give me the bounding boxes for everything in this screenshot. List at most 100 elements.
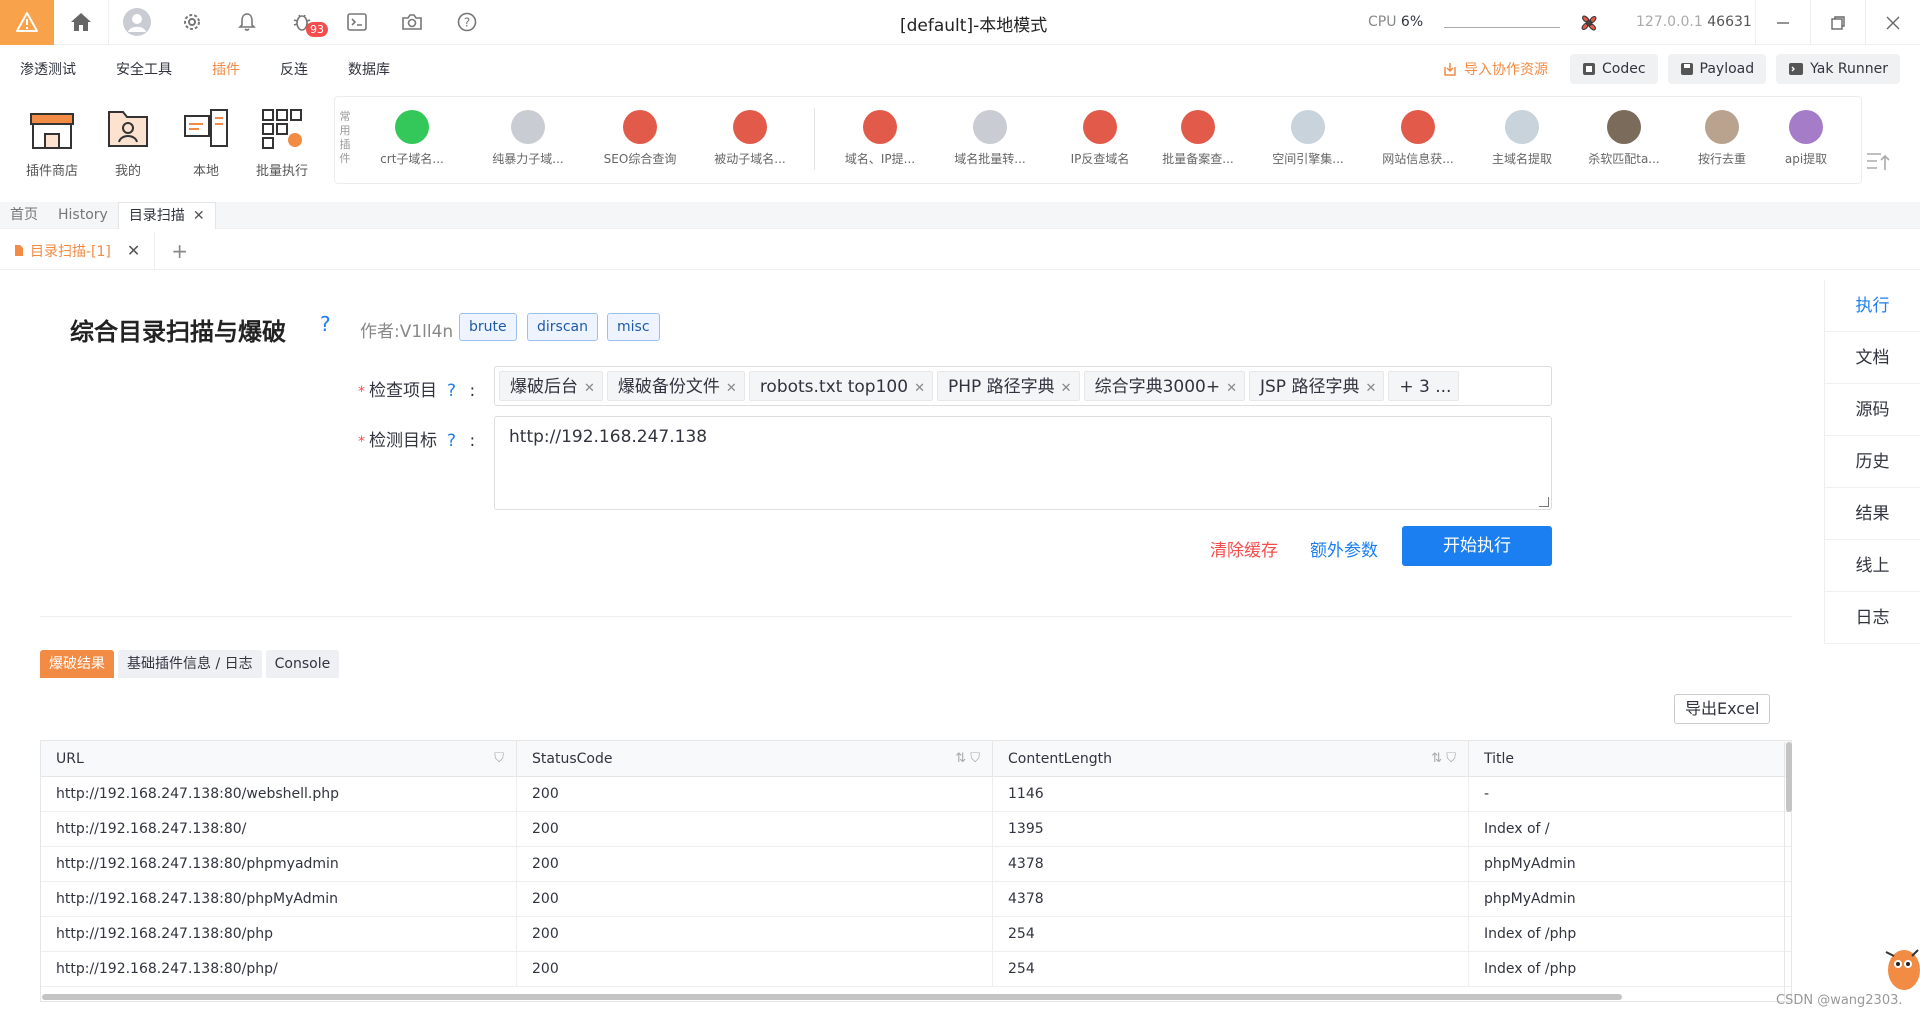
import-resources-link[interactable]: 导入协作资源 [1442, 59, 1548, 79]
remove-chip-icon[interactable]: ✕ [726, 381, 737, 396]
tab-history[interactable]: History [48, 202, 118, 229]
target-textarea[interactable]: http://192.168.247.138 [494, 416, 1552, 510]
tab-home[interactable]: 首页 [0, 202, 48, 229]
local-plugins-tool[interactable]: 本地 [168, 106, 244, 179]
side-tab-docs[interactable]: 文档 [1825, 332, 1920, 384]
target-help-icon[interactable]: ? [447, 431, 456, 451]
table-cell: 254 [993, 952, 1469, 987]
menu-database[interactable]: 数据库 [348, 59, 390, 79]
table-row[interactable]: http://192.168.247.138:80/200 1395 Index o… [41, 812, 1791, 847]
tag-dirscan: dirscan [527, 313, 598, 341]
subtab-dirscan-1[interactable]: 目录扫描-[1] ✕ [0, 231, 156, 270]
engine-status-icon[interactable] [1576, 10, 1602, 40]
more-items-chip[interactable]: + 3 ... [1388, 371, 1460, 401]
plugin-shortcut[interactable]: crt子域名... [362, 110, 462, 167]
resize-grip-icon[interactable] [1539, 497, 1549, 507]
add-tab-icon[interactable]: + [171, 239, 188, 263]
batch-execute-tool[interactable]: 批量执行 [244, 106, 320, 179]
tab-brute-results[interactable]: 爆破结果 [40, 650, 114, 678]
plugin-shortcut[interactable]: 批量备案查... [1148, 110, 1248, 167]
table-cell: phpMyAdmin [1484, 856, 1576, 872]
yak-runner-button[interactable]: Yak Runner [1776, 54, 1900, 84]
remove-chip-icon[interactable]: ✕ [1365, 381, 1376, 396]
plugin-shortcut[interactable]: 网站信息获... [1368, 110, 1468, 167]
check-items-select[interactable]: 爆破后台 ✕ 爆破备份文件 ✕ robots.txt top100 ✕ PHP 路径字… [494, 366, 1552, 406]
table-horizontal-scrollbar[interactable] [42, 994, 1622, 1000]
side-tab-execute[interactable]: 执行 [1825, 280, 1920, 332]
camera-icon[interactable] [384, 0, 439, 45]
table-row[interactable]: http://192.168.247.138:80/phpMyAdmin 200 4… [41, 882, 1791, 917]
tab-plugin-info-log[interactable]: 基础插件信息 / 日志 [118, 650, 262, 678]
plugin-shortcut[interactable]: 空间引擎集... [1258, 110, 1358, 167]
menu-plugins[interactable]: 插件 [212, 59, 240, 79]
close-subtab-icon[interactable]: ✕ [127, 241, 140, 260]
tab-dirscan[interactable]: 目录扫描 ✕ [117, 201, 216, 229]
close-tab-icon[interactable]: ✕ [193, 208, 205, 224]
runner-label: Yak Runner [1810, 61, 1888, 77]
extra-params-button[interactable]: 额外参数 [1310, 536, 1378, 561]
plugin-help-icon[interactable]: ? [320, 312, 331, 336]
table-cell: http://192.168.247.138:80/php [41, 917, 517, 952]
table-row[interactable]: http://192.168.247.138:80/phpmyadmin 200 4… [41, 847, 1791, 882]
remove-chip-icon[interactable]: ✕ [1061, 381, 1072, 396]
table-vertical-scrollbar[interactable] [1786, 742, 1792, 812]
side-tab-logs[interactable]: 日志 [1825, 592, 1920, 644]
payload-button[interactable]: Payload [1667, 54, 1767, 84]
table-row[interactable]: http://192.168.247.138:80/php 200 254 Index… [41, 917, 1791, 952]
sort-filter-icon[interactable]: ⇅ ⛉ [955, 741, 980, 777]
side-tab-results[interactable]: 结果 [1825, 488, 1920, 540]
plugin-store-tool[interactable]: 插件商店 [14, 106, 90, 179]
menu-security-tools[interactable]: 安全工具 [116, 59, 172, 79]
export-excel-button[interactable]: 导出Excel [1674, 694, 1771, 724]
check-items-help-icon[interactable]: ? [447, 381, 456, 401]
tag-brute: brute [459, 313, 517, 341]
codec-button[interactable]: Codec [1569, 54, 1658, 84]
plugin-shortcut[interactable]: 被动子域名... [700, 110, 800, 167]
gear-icon[interactable] [164, 0, 219, 45]
home-icon[interactable] [54, 0, 109, 45]
plugin-shortcut[interactable]: 主域名提取 [1472, 110, 1572, 167]
user-avatar-icon[interactable] [109, 0, 164, 45]
restore-button[interactable] [1810, 0, 1865, 45]
plugin-icon [1505, 110, 1539, 144]
terminal-icon[interactable] [329, 0, 384, 45]
close-window-button[interactable] [1865, 0, 1920, 45]
remove-chip-icon[interactable]: ✕ [584, 381, 595, 396]
clear-cache-button[interactable]: 清除缓存 [1210, 536, 1278, 561]
menu-reverse[interactable]: 反连 [280, 59, 308, 79]
menu-pentest[interactable]: 渗透测试 [20, 59, 76, 79]
cpu-label: CPU [1368, 14, 1397, 30]
table-cell: 1146 [993, 777, 1469, 812]
table-cell: http://192.168.247.138:80/webshell.php [41, 777, 517, 812]
help-circle-icon[interactable]: ? [439, 0, 494, 45]
warning-icon[interactable] [0, 0, 54, 45]
filter-icon[interactable]: ⛉ [494, 741, 504, 777]
plugin-shortcut[interactable]: IP反查域名 [1050, 110, 1150, 167]
sort-filter-icon[interactable]: ⇅ ⛉ [1431, 741, 1456, 777]
bug-icon[interactable]: 93 [274, 0, 329, 45]
side-tab-history[interactable]: 历史 [1825, 436, 1920, 488]
remove-chip-icon[interactable]: ✕ [1226, 381, 1237, 396]
side-tab-online[interactable]: 线上 [1825, 540, 1920, 592]
plugin-shortcut[interactable]: 域名批量转... [940, 110, 1040, 167]
table-row[interactable]: http://192.168.247.138:80/php/200 254 Inde… [41, 952, 1791, 987]
plugin-shortcut[interactable]: 域名、IP提... [830, 110, 930, 167]
plugin-shortcut[interactable]: 杀软匹配ta... [1574, 110, 1674, 167]
start-execute-button[interactable]: 开始执行 [1402, 526, 1552, 566]
yak-mascot-icon[interactable] [1878, 936, 1920, 1000]
tool-label: 插件商店 [25, 164, 78, 179]
bell-icon[interactable] [219, 0, 274, 45]
plugin-shortcut[interactable]: 纯暴力子域... [478, 110, 578, 167]
plugin-shortcut[interactable]: api提取 [1756, 110, 1856, 167]
table-cell: http://192.168.247.138:80/php/ [41, 952, 517, 987]
my-plugins-tool[interactable]: 我的 [90, 106, 166, 179]
plugin-label: 主域名提取 [1491, 152, 1552, 166]
tab-console[interactable]: Console [265, 650, 340, 678]
minimize-button[interactable] [1755, 0, 1810, 45]
plugin-shortcut[interactable]: SEO综合查询 [590, 110, 690, 167]
remove-chip-icon[interactable]: ✕ [914, 381, 925, 396]
table-row[interactable]: http://192.168.247.138:80/webshell.php 20… [41, 777, 1791, 812]
collapse-toolbar-icon[interactable] [1866, 152, 1892, 177]
payload-label: Payload [1699, 61, 1755, 77]
side-tab-source[interactable]: 源码 [1825, 384, 1920, 436]
